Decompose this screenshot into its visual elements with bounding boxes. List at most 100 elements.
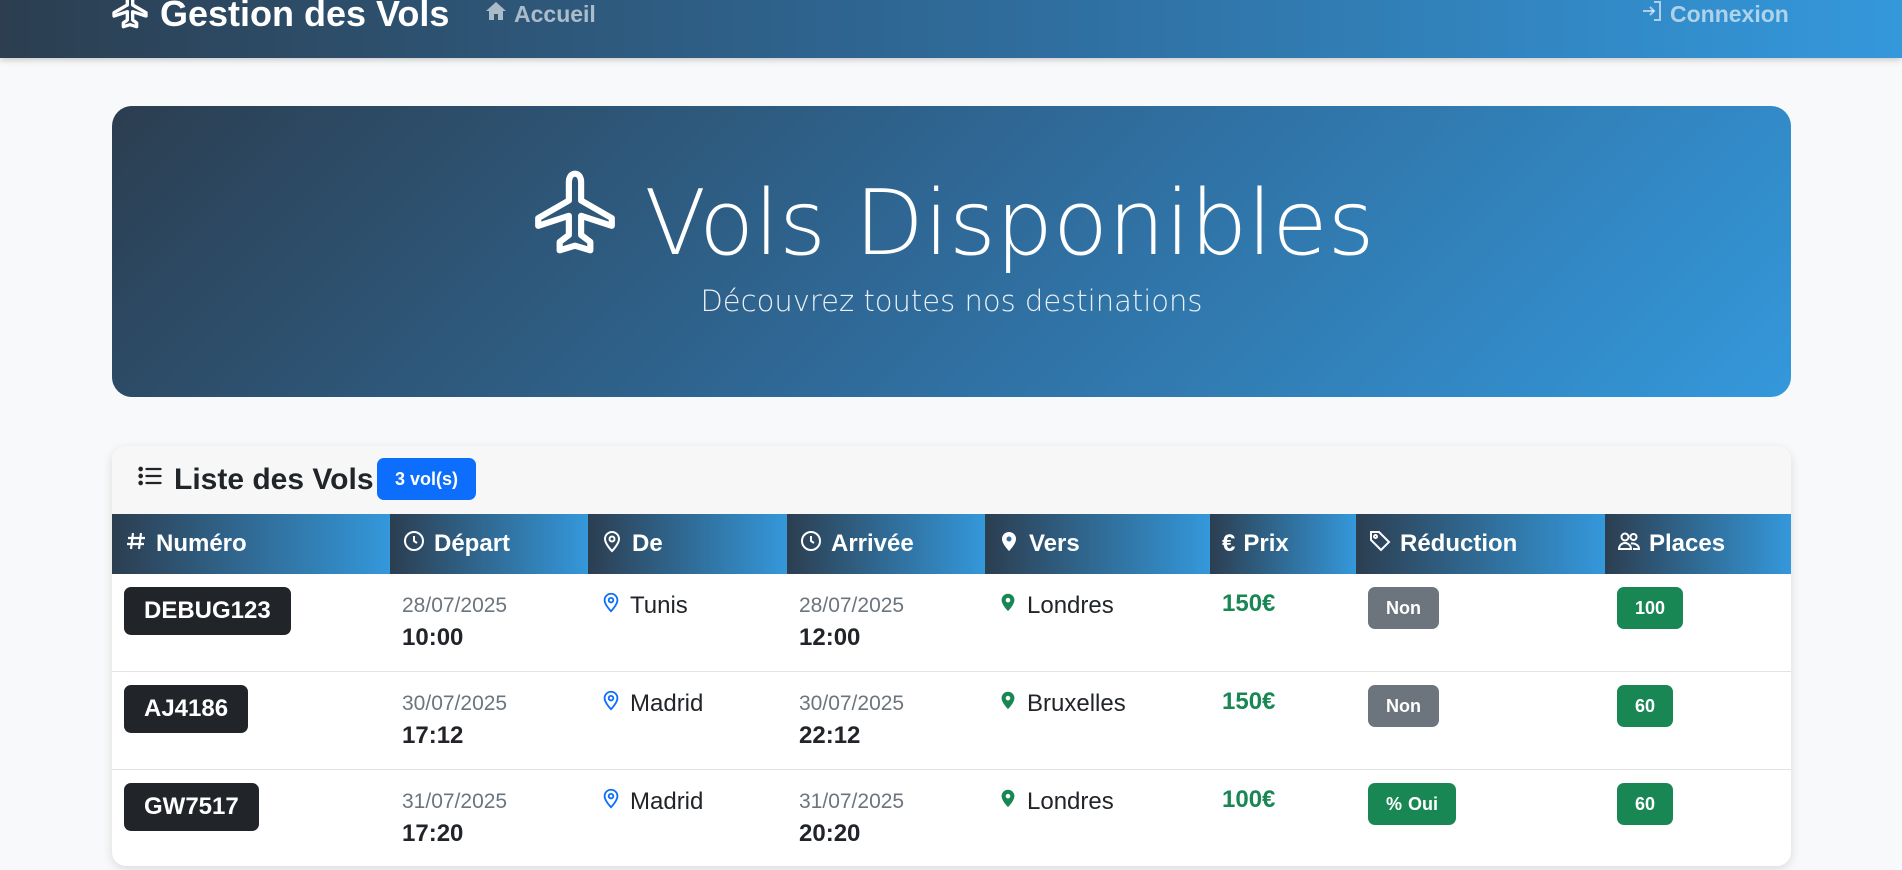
table-row[interactable]: GW7517 31/07/2025 17:20 Madrid 31/07/202…: [112, 769, 1791, 866]
cell-places: 60: [1605, 671, 1791, 770]
col-vers-label: Vers: [1029, 530, 1080, 557]
col-prix-label: Prix: [1243, 530, 1289, 557]
flight-count-badge: 3 vol(s): [377, 458, 477, 500]
euro-icon: €: [1222, 530, 1236, 557]
airplane-icon: [529, 166, 621, 280]
nav-home-link[interactable]: Accueil: [484, 0, 596, 32]
cell-de: Tunis: [588, 574, 787, 672]
hash-icon: [124, 529, 148, 560]
flight-number-badge[interactable]: DEBUG123: [124, 587, 291, 635]
map-pin-outline-icon: [600, 786, 622, 817]
col-depart-label: Départ: [434, 530, 511, 557]
seats-badge: 60: [1617, 783, 1674, 825]
cell-arrivee: 28/07/2025 12:00: [787, 574, 985, 672]
seats-badge: 60: [1617, 685, 1674, 727]
list-icon: [136, 462, 164, 498]
col-reduction[interactable]: Réduction: [1356, 514, 1605, 574]
map-pin-filled-icon: [997, 688, 1019, 719]
hero-subtitle: Découvrez toutes nos destinations: [700, 284, 1203, 318]
depart-time: 17:20: [402, 820, 464, 847]
map-pin-filled-icon: [997, 529, 1021, 560]
cell-prix: 150€: [1210, 574, 1356, 672]
cell-reduction: % Oui: [1356, 769, 1605, 866]
hero-title: Vols Disponibles: [112, 166, 1791, 280]
cell-numero: AJ4186: [112, 671, 390, 770]
depart-date: 30/07/2025: [402, 692, 508, 715]
cell-numero: GW7517: [112, 769, 390, 866]
map-pin-outline-icon: [600, 688, 622, 719]
col-numero-label: Numéro: [156, 530, 247, 557]
map-pin-outline-icon: [600, 590, 622, 621]
flights-table: Numéro Départ De Arrivée Vers € Prix Réd…: [112, 514, 1791, 866]
col-places-label: Places: [1649, 530, 1726, 557]
col-de-label: De: [632, 530, 663, 557]
col-vers[interactable]: Vers: [985, 514, 1210, 574]
reduction-badge: %Non: [1368, 685, 1439, 727]
flight-number-badge[interactable]: AJ4186: [124, 685, 249, 733]
brand-name: Gestion des Vols: [160, 0, 450, 34]
origin-city: Tunis: [630, 591, 688, 619]
cell-depart: 30/07/2025 17:12: [390, 671, 588, 770]
reduction-badge: %Non: [1368, 587, 1439, 629]
cell-arrivee: 30/07/2025 22:12: [787, 671, 985, 770]
col-de[interactable]: De: [588, 514, 787, 574]
cell-vers: Londres: [985, 574, 1210, 672]
brand[interactable]: Gestion des Vols: [110, 0, 449, 36]
cell-reduction: %Non: [1356, 574, 1605, 672]
nav-login-link[interactable]: Connexion: [1640, 0, 1789, 32]
airplane-icon: [110, 0, 150, 39]
card-title-text: Liste des Vols: [174, 463, 374, 496]
reduction-label: Oui: [1408, 793, 1439, 814]
cell-de: Madrid: [588, 671, 787, 770]
destination-city: Londres: [1027, 787, 1114, 815]
arrival-date: 31/07/2025: [799, 790, 905, 813]
col-numero[interactable]: Numéro: [112, 514, 390, 574]
reduction-badge: % Oui: [1368, 783, 1457, 825]
destination-city: Bruxelles: [1027, 689, 1126, 717]
depart-date: 28/07/2025: [402, 594, 508, 617]
nav-home-label: Accueil: [514, 0, 596, 27]
table-header-row: Numéro Départ De Arrivée Vers € Prix Réd…: [112, 514, 1791, 574]
cell-vers: Londres: [985, 769, 1210, 866]
col-places[interactable]: Places: [1605, 514, 1791, 574]
card-header: Liste des Vols 3 vol(s): [112, 446, 1791, 515]
cell-de: Madrid: [588, 769, 787, 866]
map-pin-filled-icon: [997, 590, 1019, 621]
map-pin-filled-icon: [997, 786, 1019, 817]
table-row[interactable]: AJ4186 30/07/2025 17:12 Madrid 30/07/202…: [112, 671, 1791, 770]
col-depart[interactable]: Départ: [390, 514, 588, 574]
flight-number-badge[interactable]: GW7517: [124, 783, 259, 831]
origin-city: Madrid: [630, 689, 704, 717]
nav-login-label: Connexion: [1670, 0, 1789, 27]
arrival-date: 28/07/2025: [799, 594, 905, 617]
cell-depart: 28/07/2025 10:00: [390, 574, 588, 672]
clock-icon: [402, 529, 426, 560]
cell-numero: DEBUG123: [112, 574, 390, 672]
table-row[interactable]: DEBUG123 28/07/2025 10:00 Tunis 28/07/20…: [112, 574, 1791, 672]
cell-places: 60: [1605, 769, 1791, 866]
tag-icon: [1368, 529, 1392, 560]
arrival-time: 12:00: [799, 624, 861, 651]
arrival-time: 22:12: [799, 722, 861, 749]
cell-prix: 100€: [1210, 769, 1356, 866]
reduction-label: Non: [1386, 695, 1421, 716]
hero-banner: Vols Disponibles Découvrez toutes nos de…: [112, 106, 1791, 397]
depart-time: 17:12: [402, 722, 464, 749]
cell-prix: 150€: [1210, 671, 1356, 770]
card-title: Liste des Vols: [136, 460, 374, 500]
flights-card: Liste des Vols 3 vol(s) Numéro Départ De: [112, 446, 1791, 866]
col-arrivee[interactable]: Arrivée: [787, 514, 985, 574]
depart-time: 10:00: [402, 624, 464, 651]
price: 100€: [1222, 786, 1276, 813]
cell-places: 100: [1605, 574, 1791, 672]
col-reduction-label: Réduction: [1400, 530, 1518, 557]
map-pin-outline-icon: [600, 529, 624, 560]
col-prix[interactable]: € Prix: [1210, 514, 1356, 574]
price: 150€: [1222, 688, 1276, 715]
clock-icon: [799, 529, 823, 560]
destination-city: Londres: [1027, 591, 1114, 619]
house-icon: [484, 0, 508, 29]
price: 150€: [1222, 590, 1276, 617]
col-arrivee-label: Arrivée: [831, 530, 914, 557]
cell-vers: Bruxelles: [985, 671, 1210, 770]
